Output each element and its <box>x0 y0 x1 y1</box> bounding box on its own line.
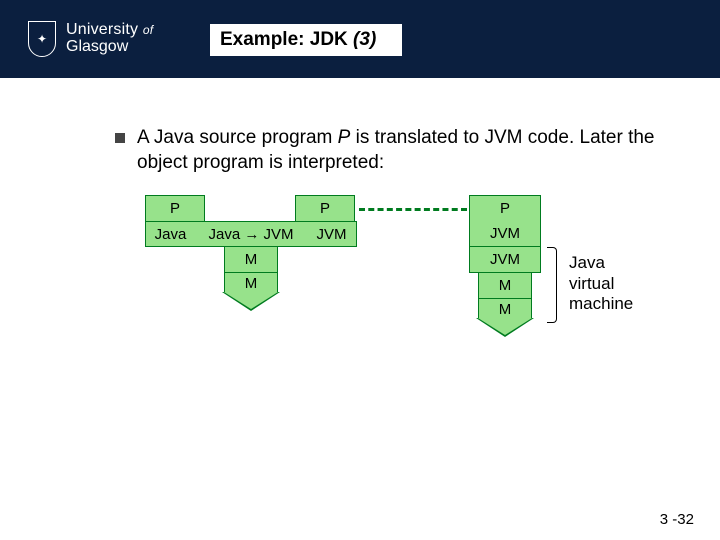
left-mid-java: Java <box>145 221 195 247</box>
title-number-italic: (3) <box>353 29 376 50</box>
left-head-p2: P <box>295 195 355 221</box>
bullet-square-icon <box>115 133 125 143</box>
tombstone-right: P JVM JVM M M <box>469 195 541 319</box>
right-row-jvm2: JVM <box>469 247 541 273</box>
tombstone-left: P P Java Java → JVM JVM M M <box>145 195 357 293</box>
left-head-p1: P <box>145 195 205 221</box>
logo-of: of <box>143 23 153 37</box>
left-leg-m2: M <box>224 273 278 293</box>
bullet-program-p: P <box>338 127 351 148</box>
page-number: 3 -32 <box>660 511 694 528</box>
left-mid-jvm: JVM <box>307 221 357 247</box>
dashed-arrow <box>359 208 467 211</box>
university-logo: ✦ University of Glasgow <box>0 21 153 57</box>
logo-text: University of Glasgow <box>66 22 153 56</box>
right-head-p: P <box>469 195 541 221</box>
right-row-jvm1: JVM <box>469 221 541 247</box>
right-row-m2: M <box>478 299 532 319</box>
brace-icon <box>547 247 557 323</box>
logo-line2: Glasgow <box>66 39 153 56</box>
left-mid-compiler: Java → JVM <box>195 221 307 247</box>
annotation-jvm: Java virtual machine <box>569 253 633 314</box>
title-text: Example: JDK <box>220 29 353 50</box>
slide-content: A Java source program P is translated to… <box>0 78 720 403</box>
left-leg-m1: M <box>224 247 278 273</box>
crest-icon: ✦ <box>28 21 56 57</box>
slide-header: ✦ University of Glasgow Example: JDK (3) <box>0 0 720 78</box>
bullet-item: A Java source program P is translated to… <box>115 126 680 175</box>
slide-title: Example: JDK (3) <box>210 24 402 56</box>
logo-line1: University <box>66 21 138 38</box>
diagram: P P Java Java → JVM JVM M M P JVM JVM M <box>115 193 680 403</box>
bullet-text: A Java source program P is translated to… <box>137 126 680 175</box>
right-row-m1: M <box>478 273 532 299</box>
bullet-text-1: A Java source program <box>137 127 338 148</box>
